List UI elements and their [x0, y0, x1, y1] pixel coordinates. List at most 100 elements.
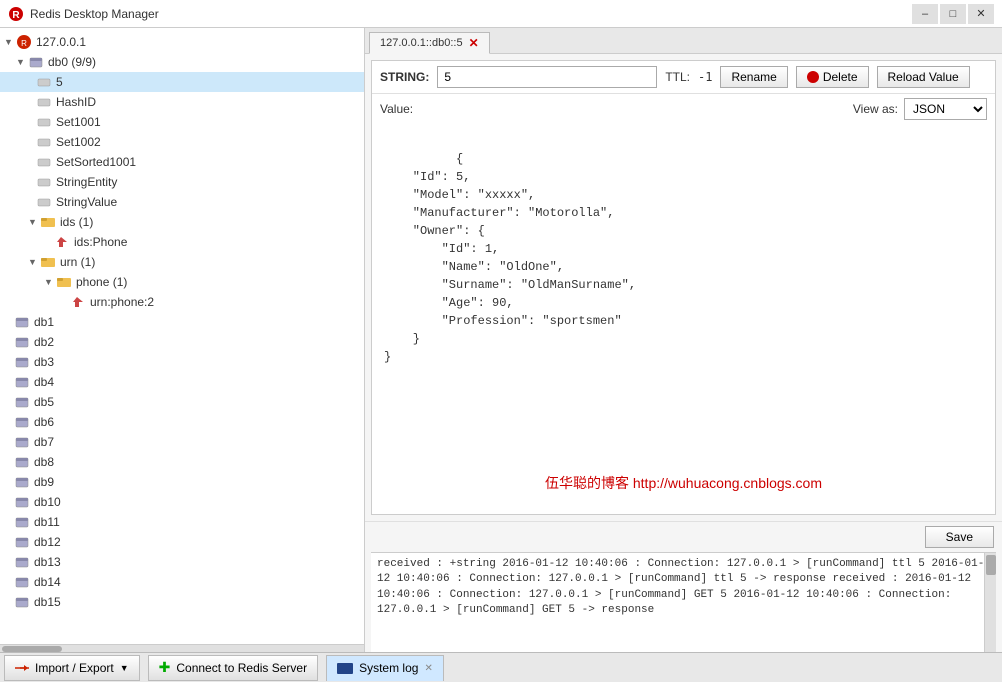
log-scrollbar[interactable]: [984, 553, 996, 652]
view-as-select[interactable]: JSON Plain Text HEX: [904, 98, 987, 120]
set1002-node[interactable]: Set1002: [0, 132, 364, 152]
db1-icon: [14, 314, 30, 330]
db1-node[interactable]: db1: [0, 312, 364, 332]
log-area: received : +string 2016-01-12 10:40:06 :…: [371, 552, 996, 652]
delete-button[interactable]: Delete: [796, 66, 869, 88]
string-label: STRING:: [380, 70, 429, 84]
db4-label: db4: [34, 375, 54, 389]
db15-node[interactable]: db15: [0, 592, 364, 612]
set1002-label: Set1002: [56, 135, 101, 149]
set1001-node[interactable]: Set1001: [0, 112, 364, 132]
db8-icon: [14, 454, 30, 470]
db5-node[interactable]: db5: [0, 392, 364, 412]
db13-node[interactable]: db13: [0, 552, 364, 572]
stringentity-node[interactable]: StringEntity: [0, 172, 364, 192]
db15-label: db15: [34, 595, 61, 609]
tab-close-button[interactable]: ✕: [469, 36, 479, 50]
db14-node[interactable]: db14: [0, 572, 364, 592]
svg-text:R: R: [21, 39, 27, 48]
json-display[interactable]: { "Id": 5, "Model": "xxxxx", "Manufactur…: [372, 124, 995, 514]
db8-node[interactable]: db8: [0, 452, 364, 472]
db9-node[interactable]: db9: [0, 472, 364, 492]
db8-label: db8: [34, 455, 54, 469]
log-content[interactable]: received : +string 2016-01-12 10:40:06 :…: [371, 553, 996, 652]
urn-phone2-node[interactable]: urn:phone:2: [0, 292, 364, 312]
ids-folder-node[interactable]: ▼ ids (1): [0, 212, 364, 232]
title-bar: R Redis Desktop Manager – □ ✕: [0, 0, 1002, 28]
key-5-node[interactable]: 5: [0, 72, 364, 92]
db12-label: db12: [34, 535, 61, 549]
server-arrow: ▼: [4, 37, 14, 47]
hashid-node[interactable]: HashID: [0, 92, 364, 112]
window-controls: – □ ✕: [912, 4, 994, 24]
key-icon: [36, 74, 52, 90]
db10-node[interactable]: db10: [0, 492, 364, 512]
db-icon: [28, 54, 44, 70]
db3-node[interactable]: db3: [0, 352, 364, 372]
db14-icon: [14, 574, 30, 590]
setsorted1001-label: SetSorted1001: [56, 155, 136, 169]
stringentity-label: StringEntity: [56, 175, 117, 189]
db5-icon: [14, 394, 30, 410]
urn-folder-label: urn (1): [60, 255, 95, 269]
maximize-button[interactable]: □: [940, 4, 966, 24]
ids-phone-node[interactable]: ids:Phone: [0, 232, 364, 252]
save-button[interactable]: Save: [925, 526, 994, 548]
db7-node[interactable]: db7: [0, 432, 364, 452]
db0-node[interactable]: ▼ db0 (9/9): [0, 52, 364, 72]
system-log-close-icon[interactable]: ✕: [424, 663, 432, 674]
db3-icon: [14, 354, 30, 370]
db7-label: db7: [34, 435, 54, 449]
db2-node[interactable]: db2: [0, 332, 364, 352]
rename-button[interactable]: Rename: [720, 66, 787, 88]
json-content: { "Id": 5, "Model": "xxxxx", "Manufactur…: [384, 152, 636, 364]
hash-icon: [36, 94, 52, 110]
phone-folder-node[interactable]: ▼ phone (1): [0, 272, 364, 292]
ids-folder-label: ids (1): [60, 215, 93, 229]
key-5-label: 5: [56, 75, 63, 89]
tree-container[interactable]: ▼ R 127.0.0.1 ▼ db0 (9/9): [0, 28, 364, 644]
db9-icon: [14, 474, 30, 490]
db11-label: db11: [34, 515, 60, 529]
value-label: Value:: [380, 102, 413, 116]
db6-node[interactable]: db6: [0, 412, 364, 432]
db6-label: db6: [34, 415, 54, 429]
connect-button[interactable]: ✚ Connect to Redis Server: [148, 655, 318, 681]
db4-node[interactable]: db4: [0, 372, 364, 392]
import-export-button[interactable]: Import / Export ▼: [4, 655, 140, 681]
reload-button[interactable]: Reload Value: [877, 66, 970, 88]
urn-folder-node[interactable]: ▼ urn (1): [0, 252, 364, 272]
close-button[interactable]: ✕: [968, 4, 994, 24]
stringvalue-node[interactable]: StringValue: [0, 192, 364, 212]
svg-text:R: R: [12, 10, 20, 21]
db12-node[interactable]: db12: [0, 532, 364, 552]
db12-icon: [14, 534, 30, 550]
tree-scrollbar-h[interactable]: [0, 644, 364, 652]
urn-folder-icon: [40, 254, 56, 270]
string-value-input[interactable]: [437, 66, 657, 88]
db11-node[interactable]: db11: [0, 512, 364, 532]
right-panel: 127.0.0.1::db0::5 ✕ STRING: TTL: -1 Rena…: [365, 28, 1002, 652]
phone-folder-label: phone (1): [76, 275, 127, 289]
tab-db0-5[interactable]: 127.0.0.1::db0::5 ✕: [369, 32, 490, 54]
ids-arrow: ▼: [28, 217, 38, 227]
watermark: 伍华聪的博客 http://wuhuacong.cnblogs.com: [545, 473, 822, 494]
log-scroll-thumb[interactable]: [986, 555, 996, 575]
db6-icon: [14, 414, 30, 430]
db2-icon: [14, 334, 30, 350]
tab-bar: 127.0.0.1::db0::5 ✕: [365, 28, 1002, 54]
urn-arrow: ▼: [28, 257, 38, 267]
content-area: ▼ R 127.0.0.1 ▼ db0 (9/9): [0, 28, 1002, 652]
server-node[interactable]: ▼ R 127.0.0.1: [0, 32, 364, 52]
minimize-button[interactable]: –: [912, 4, 938, 24]
view-as-label: View as:: [853, 102, 898, 116]
db11-icon: [14, 514, 30, 530]
setsorted1001-node[interactable]: SetSorted1001: [0, 152, 364, 172]
delete-label: Delete: [823, 70, 858, 84]
left-panel: ▼ R 127.0.0.1 ▼ db0 (9/9): [0, 28, 365, 652]
db13-label: db13: [34, 555, 61, 569]
ids-folder-icon: [40, 214, 56, 230]
db3-label: db3: [34, 355, 54, 369]
scroll-thumb[interactable]: [2, 646, 62, 652]
system-log-tab[interactable]: System log ✕: [326, 655, 444, 681]
